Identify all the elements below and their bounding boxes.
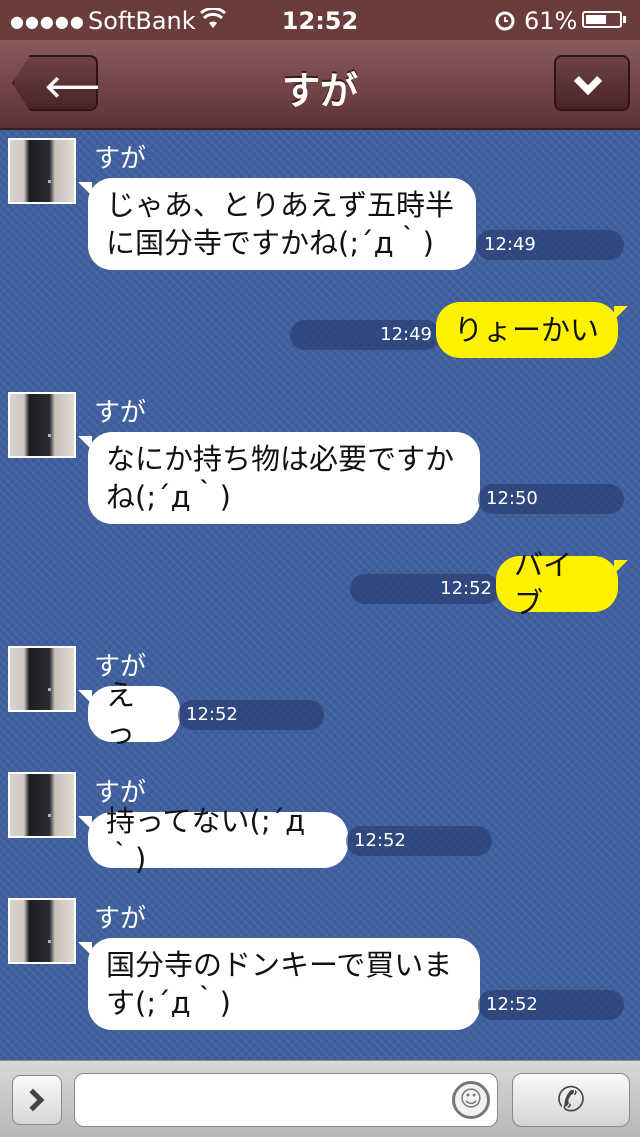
battery-percent: 61% — [524, 7, 578, 35]
message-bubble[interactable]: バイブ — [496, 548, 628, 620]
chevron-down-icon — [573, 66, 603, 96]
call-button[interactable]: ✆ — [512, 1073, 630, 1127]
message-time: 12:52 — [350, 574, 500, 604]
message-bubble[interactable]: 国分寺のドンキーで買いま す(;´д｀) — [78, 938, 480, 1030]
message-bubble[interactable]: じゃあ、とりあえず五時半 に国分寺ですかね(;´д｀) — [78, 178, 476, 270]
sender-name: すが — [94, 144, 147, 174]
message-time: 12:50 — [478, 484, 624, 514]
chat-header: 🡐 すが — [0, 40, 640, 130]
message-time: 12:49 — [290, 320, 440, 350]
avatar[interactable] — [8, 646, 76, 712]
message-time: 12:52 — [346, 826, 492, 856]
message-list[interactable]: すが じゃあ、とりあえず五時半 に国分寺ですかね(;´д｀) 12:49 12:… — [0, 130, 640, 1060]
avatar[interactable] — [8, 772, 76, 838]
chevron-right-icon — [21, 1088, 45, 1112]
message-time: 12:49 — [476, 230, 624, 260]
message-bubble[interactable]: なにか持ち物は必要ですか ね(;´д｀) — [78, 432, 480, 524]
battery-fill — [586, 15, 606, 24]
message-bubble[interactable]: えっ — [78, 678, 180, 750]
expand-button[interactable] — [12, 1075, 62, 1125]
message-bubble[interactable]: 持ってない(;´д｀) — [78, 804, 348, 876]
menu-button[interactable] — [554, 55, 630, 111]
message-time: 12:52 — [178, 700, 324, 730]
chat-title: すが — [281, 69, 358, 113]
sender-name: すが — [94, 398, 147, 428]
message-bubble[interactable]: りょーかい — [436, 302, 628, 358]
battery-icon — [582, 11, 626, 28]
message-time: 12:52 — [478, 990, 624, 1020]
message-input[interactable] — [74, 1073, 498, 1127]
battery-nub — [623, 16, 626, 23]
alarm-icon — [493, 8, 517, 38]
avatar[interactable] — [8, 898, 76, 964]
smiley-icon[interactable]: ☺ — [452, 1081, 490, 1119]
sender-name: すが — [94, 904, 147, 934]
avatar[interactable] — [8, 392, 76, 458]
input-bar: ☺ ✆ — [0, 1060, 640, 1137]
avatar[interactable] — [8, 138, 76, 204]
phone-icon: ✆ — [556, 1080, 586, 1120]
status-bar: ●●●●● SoftBank 12:52 61% — [0, 0, 640, 40]
